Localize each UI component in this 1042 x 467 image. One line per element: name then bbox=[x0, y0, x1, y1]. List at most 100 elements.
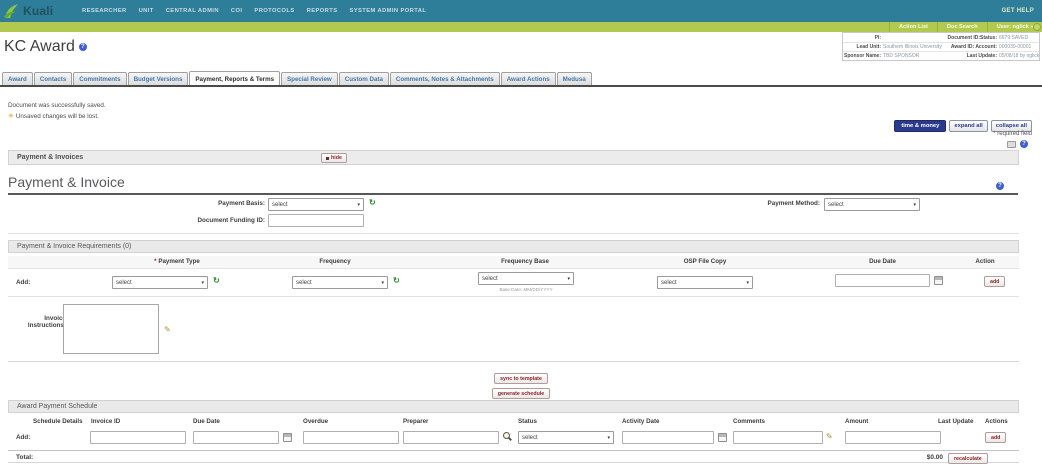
sync-to-template-button[interactable]: sync to template bbox=[494, 373, 548, 384]
doc-search-link[interactable]: Doc Search bbox=[937, 22, 987, 32]
status-select[interactable]: select ▾ bbox=[518, 431, 614, 444]
kc-award-page: Kuali RESEARCHER UNIT CENTRAL ADMIN COI … bbox=[0, 0, 1042, 467]
print-icon[interactable] bbox=[1007, 141, 1016, 148]
chevron-down-icon: ▾ bbox=[567, 276, 570, 282]
payment-type-header-text: Payment Type bbox=[158, 258, 200, 265]
collapse-icon bbox=[326, 157, 329, 160]
schedule-add-button[interactable]: add bbox=[985, 432, 1006, 443]
tab-contacts[interactable]: Contacts bbox=[34, 72, 72, 85]
template-buttons: sync to template generate schedule bbox=[0, 373, 1042, 399]
document-id-status-value: 6679:SAVED bbox=[997, 35, 1039, 41]
last-update-label: Last Update: bbox=[947, 53, 997, 59]
frequency-select[interactable]: select ▾ bbox=[292, 276, 388, 289]
payment-method-select[interactable]: select ▾ bbox=[824, 198, 920, 211]
calendar-icon[interactable] bbox=[934, 276, 943, 285]
help-icon[interactable]: ? bbox=[996, 182, 1004, 190]
tab-commitments[interactable]: Commitments bbox=[73, 72, 126, 85]
tab-budget-versions[interactable]: Budget Versions bbox=[128, 72, 189, 85]
generate-schedule-button[interactable]: generate schedule bbox=[492, 388, 551, 399]
base-date-hint: Base Date: MM/DD/YYYY bbox=[478, 287, 574, 292]
help-icon[interactable]: ? bbox=[1020, 140, 1028, 148]
nav-item-reports[interactable]: REPORTS bbox=[307, 8, 338, 14]
user-menu-indicator[interactable] bbox=[1033, 23, 1041, 31]
actions-header: Actions bbox=[985, 418, 1008, 425]
action-header: Action bbox=[955, 258, 1015, 265]
frequency-header: Frequency bbox=[270, 258, 400, 265]
nav-item-unit[interactable]: UNIT bbox=[139, 8, 154, 14]
pencil-icon[interactable]: ✎ bbox=[164, 326, 171, 334]
due-date-input[interactable] bbox=[835, 274, 930, 287]
comments-header: Comments bbox=[733, 418, 765, 425]
nav-item-researcher[interactable]: RESEARCHER bbox=[82, 8, 127, 14]
schedule-add-label: Add: bbox=[16, 434, 30, 441]
activity-date-header: Activity Date bbox=[622, 418, 659, 425]
payment-basis-select[interactable]: select ▾ bbox=[268, 198, 364, 211]
payment-basis-selected-value: select bbox=[272, 202, 288, 208]
due-date-header: Due Date bbox=[193, 418, 220, 425]
nav-item-protocols[interactable]: PROTOCOLS bbox=[254, 8, 294, 14]
calendar-icon[interactable] bbox=[283, 433, 292, 442]
status-header: Status bbox=[518, 418, 537, 425]
expand-all-button[interactable]: expand all bbox=[949, 120, 987, 132]
refresh-icon[interactable]: ↻ bbox=[369, 199, 376, 207]
page-title: KC Award bbox=[4, 38, 75, 56]
action-list-link[interactable]: Action List bbox=[889, 22, 937, 32]
invoice-id-input[interactable] bbox=[90, 431, 186, 444]
lookup-icon[interactable] bbox=[503, 432, 512, 441]
nav-item-system-admin-portal[interactable]: SYSTEM ADMIN PORTAL bbox=[349, 8, 426, 14]
refresh-icon[interactable]: ↻ bbox=[213, 277, 220, 285]
tab-award-actions[interactable]: Award Actions bbox=[501, 72, 556, 85]
schedule-due-date-input[interactable] bbox=[193, 431, 279, 444]
unsaved-message: ✳ Unsaved changes will be lost. bbox=[8, 112, 99, 120]
tab-medusa[interactable]: Medusa bbox=[557, 72, 592, 85]
payment-schedule-add-row: Add: select ▾ ✎ add bbox=[8, 429, 1019, 449]
time-and-money-button[interactable]: time & money bbox=[894, 120, 946, 132]
pencil-icon[interactable]: ✎ bbox=[826, 433, 833, 441]
docinfo-row: Sponsor Name: TBD SPONSOR Last Update: 0… bbox=[843, 51, 1039, 60]
osp-file-copy-select[interactable]: select ▾ bbox=[657, 276, 753, 289]
document-tabs: Award Contacts Commitments Budget Versio… bbox=[0, 68, 1042, 87]
activity-date-input[interactable] bbox=[622, 431, 714, 444]
hide-button[interactable]: hide bbox=[321, 153, 347, 163]
osp-file-copy-header: OSP File Copy bbox=[640, 258, 770, 265]
payment-method-selected-value: select bbox=[828, 202, 844, 208]
document-info-box: PI: Document ID:Status: 6679:SAVED Lead … bbox=[842, 32, 1040, 61]
payment-invoices-panel-title: Payment & Invoices bbox=[17, 154, 83, 161]
kuali-logo-icon bbox=[3, 3, 20, 19]
nav-item-coi[interactable]: COI bbox=[231, 8, 243, 14]
amount-input[interactable] bbox=[845, 431, 941, 444]
tab-award[interactable]: Award bbox=[2, 72, 33, 85]
payment-schedule-table-header: Schedule Details Invoice ID Due Date Ove… bbox=[8, 416, 1019, 428]
tab-comments-notes-attachments[interactable]: Comments, Notes & Attachments bbox=[390, 72, 500, 85]
frequency-base-select[interactable]: select ▾ bbox=[478, 272, 574, 285]
top-navigation: Kuali RESEARCHER UNIT CENTRAL ADMIN COI … bbox=[0, 0, 1042, 22]
osp-file-copy-selected-value: select bbox=[661, 280, 677, 286]
tab-special-review[interactable]: Special Review bbox=[281, 72, 338, 85]
tab-custom-data[interactable]: Custom Data bbox=[339, 72, 389, 85]
nav-item-central-admin[interactable]: CENTRAL ADMIN bbox=[166, 8, 219, 14]
brand-text: Kuali bbox=[23, 4, 53, 18]
refresh-icon[interactable]: ↻ bbox=[393, 277, 400, 285]
preparer-input[interactable] bbox=[403, 431, 499, 444]
recalculate-button[interactable]: recalculate bbox=[948, 453, 988, 464]
calendar-icon[interactable] bbox=[718, 433, 727, 442]
chevron-down-icon: ▾ bbox=[913, 202, 916, 208]
comments-input[interactable] bbox=[733, 431, 823, 444]
requirements-section-header: Payment & Invoice Requirements (0) bbox=[8, 240, 1019, 253]
requirements-add-button[interactable]: add bbox=[984, 276, 1005, 287]
kuali-brand[interactable]: Kuali bbox=[0, 3, 76, 19]
help-icon[interactable]: ? bbox=[79, 43, 87, 51]
payment-type-select[interactable]: select ▾ bbox=[112, 276, 208, 289]
overdue-input[interactable] bbox=[303, 431, 399, 444]
requirements-add-row: Add: select ▾ ↻ select ▾ ↻ select ▾ Base… bbox=[8, 270, 1019, 297]
corner-icons: ? bbox=[1007, 140, 1028, 148]
chevron-down-icon: ▾ bbox=[357, 202, 360, 208]
payment-invoice-form: Payment Basis: select ▾ ↻ Payment Method… bbox=[8, 196, 1019, 234]
document-funding-id-input[interactable] bbox=[268, 214, 364, 227]
docinfo-row: Lead Unit: Southern Illinois University … bbox=[843, 42, 1039, 51]
tab-payment-reports-terms[interactable]: Payment, Reports & Terms bbox=[189, 71, 280, 86]
get-help-link[interactable]: GET HELP bbox=[1002, 8, 1034, 14]
warning-icon: ✳ bbox=[8, 112, 14, 120]
invoice-instructions-textarea[interactable] bbox=[63, 304, 159, 354]
total-value: $0.00 bbox=[903, 454, 943, 461]
